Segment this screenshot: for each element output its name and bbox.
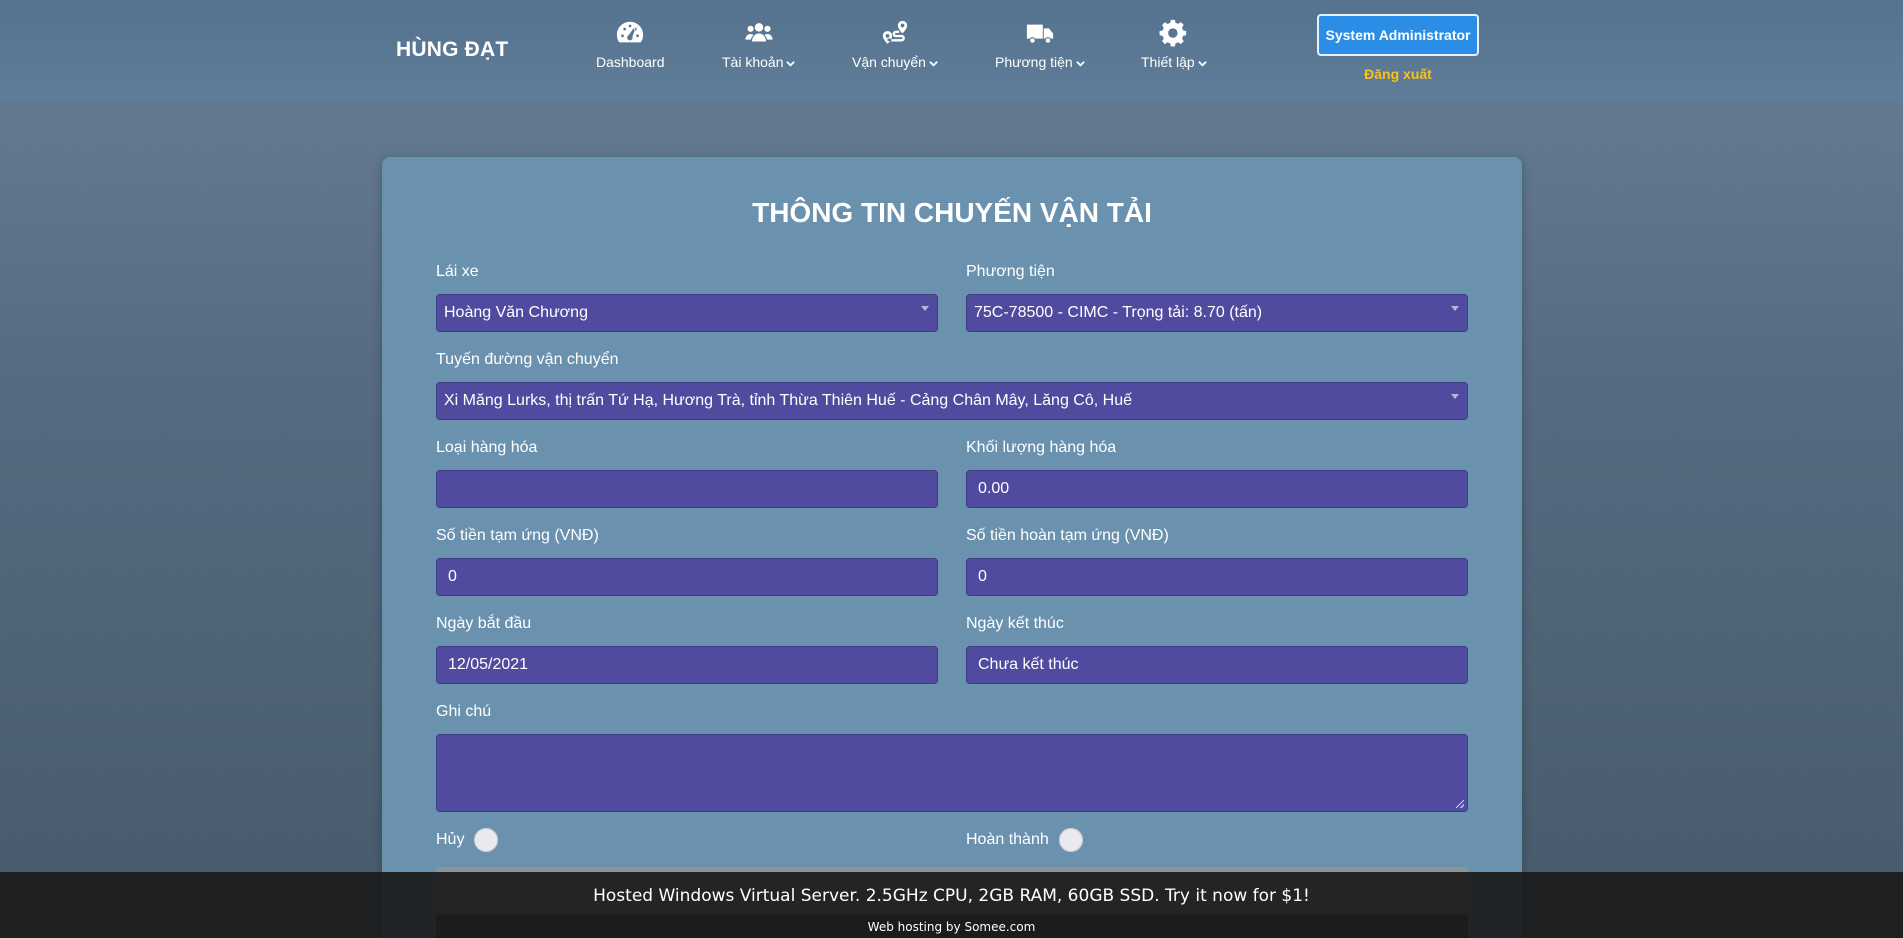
cargo-weight-input[interactable]: 0.00 <box>966 470 1468 508</box>
nav-settings[interactable]: Thiết lập <box>1141 18 1207 71</box>
chevron-down-icon <box>1075 55 1085 71</box>
route-label: Tuyến đường vận chuyển <box>436 351 619 368</box>
refund-label: Số tiền hoàn tạm ứng (VNĐ) <box>966 527 1169 544</box>
end-date-input[interactable]: Chưa kết thúc <box>966 646 1468 684</box>
user-account-button[interactable]: System Administrator <box>1317 14 1479 56</box>
top-navbar: HÙNG ĐẠT Dashboard Tài khoản Vận chuyển … <box>0 0 1903 100</box>
vehicle-value: 75C-78500 - CIMC - Trọng tải: 8.70 (tấn) <box>974 304 1263 321</box>
refund-input[interactable]: 0 <box>966 558 1468 596</box>
dropdown-caret-icon <box>921 306 929 311</box>
nav-label-settings: Thiết lập <box>1141 54 1195 70</box>
complete-toggle-row: Hoàn thành <box>966 828 1083 852</box>
users-icon <box>722 18 795 48</box>
speedometer-icon <box>596 18 665 48</box>
hosting-ad-banner[interactable]: Hosted Windows Virtual Server. 2.5GHz CP… <box>0 872 1903 938</box>
cancel-label: Hủy <box>436 831 465 848</box>
complete-label: Hoàn thành <box>966 831 1049 848</box>
route-select[interactable]: Xi Măng Lurks, thị trấn Tứ Hạ, Hương Trà… <box>436 382 1468 420</box>
chevron-down-icon <box>1197 55 1207 71</box>
resize-grip-icon[interactable] <box>1456 800 1464 808</box>
truck-icon <box>995 18 1085 48</box>
cargo-type-label: Loại hàng hóa <box>436 439 538 456</box>
driver-value: Hoàng Văn Chương <box>444 304 588 321</box>
dropdown-caret-icon <box>1451 306 1459 311</box>
vehicle-label: Phương tiện <box>966 263 1055 280</box>
end-date-label: Ngày kết thúc <box>966 615 1064 632</box>
route-icon <box>852 18 938 48</box>
trip-info-card: THÔNG TIN CHUYẾN VẬN TẢI Lái xe Hoàng Vă… <box>382 157 1522 938</box>
cargo-weight-label: Khối lượng hàng hóa <box>966 439 1117 456</box>
nav-label-shipping: Vận chuyển <box>852 54 926 70</box>
nav-vehicles[interactable]: Phương tiện <box>995 18 1085 71</box>
note-textarea[interactable] <box>436 734 1468 812</box>
nav-label-vehicles: Phương tiện <box>995 54 1073 70</box>
nav-shipping[interactable]: Vận chuyển <box>852 18 938 71</box>
vehicle-select[interactable]: 75C-78500 - CIMC - Trọng tải: 8.70 (tấn) <box>966 294 1468 332</box>
chevron-down-icon <box>786 55 796 71</box>
dropdown-caret-icon <box>1451 394 1459 399</box>
nav-dashboard[interactable]: Dashboard <box>596 18 665 70</box>
chevron-down-icon <box>929 55 938 71</box>
start-date-input[interactable]: 12/05/2021 <box>436 646 938 684</box>
logout-link[interactable]: Đăng xuất <box>1317 66 1479 82</box>
nav-accounts[interactable]: Tài khoản <box>722 18 796 71</box>
cargo-type-input[interactable] <box>436 470 938 508</box>
brand-logo[interactable]: HÙNG ĐẠT <box>396 38 508 62</box>
advance-label: Số tiền tạm ứng (VNĐ) <box>436 527 599 544</box>
cancel-toggle-row: Hủy <box>436 828 499 852</box>
start-date-label: Ngày bắt đầu <box>436 615 532 632</box>
note-label: Ghi chú <box>436 703 492 720</box>
driver-label: Lái xe <box>436 263 479 280</box>
gear-icon <box>1141 18 1207 48</box>
page-title: THÔNG TIN CHUYẾN VẬN TẢI <box>752 197 1152 228</box>
cancel-toggle[interactable] <box>474 828 499 852</box>
driver-select[interactable]: Hoàng Văn Chương <box>436 294 938 332</box>
ad-main-text[interactable]: Hosted Windows Virtual Server. 2.5GHz CP… <box>0 886 1903 906</box>
route-value: Xi Măng Lurks, thị trấn Tứ Hạ, Hương Trà… <box>444 392 1132 409</box>
complete-toggle[interactable] <box>1058 828 1083 852</box>
ad-sub-text[interactable]: Web hosting by Somee.com <box>0 920 1903 934</box>
nav-label-accounts: Tài khoản <box>722 54 784 70</box>
advance-input[interactable]: 0 <box>436 558 938 596</box>
nav-label-dashboard: Dashboard <box>596 54 665 70</box>
